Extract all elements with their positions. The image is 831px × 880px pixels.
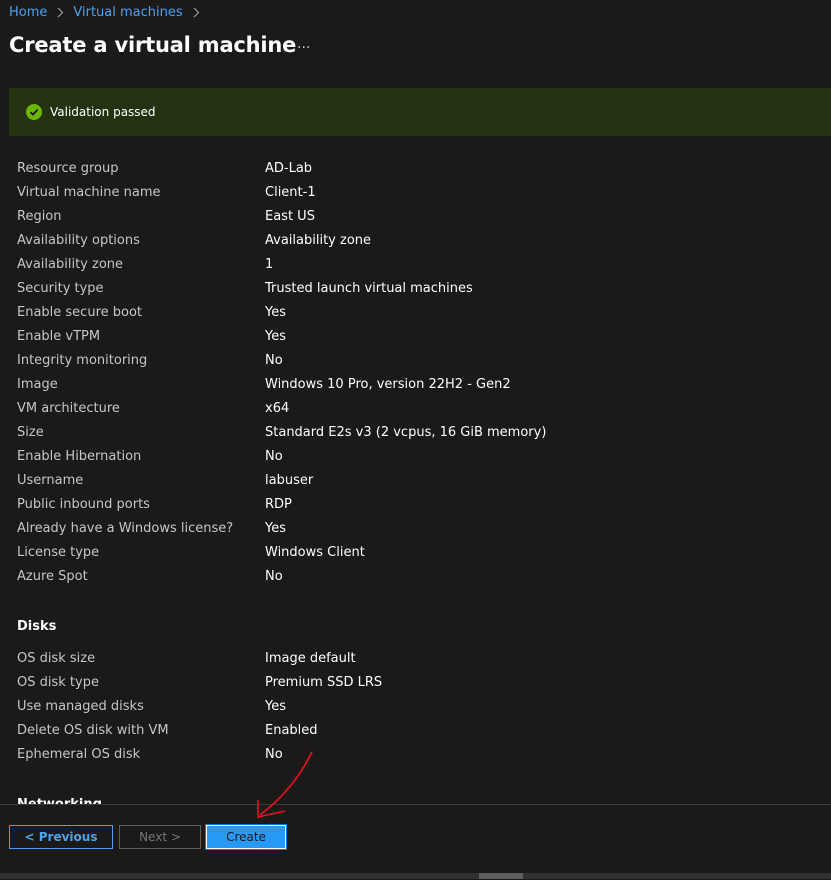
summary-row-label: Availability zone: [17, 256, 124, 272]
summary-row-value: Client-1: [265, 184, 316, 200]
summary-row: Ephemeral OS disk No: [17, 742, 817, 766]
summary-row-value: x64: [265, 400, 290, 416]
summary-row: License type Windows Client: [17, 540, 817, 564]
summary-row-value: Yes: [265, 520, 286, 536]
summary-row-value: Trusted launch virtual machines: [265, 280, 473, 296]
page-title: Create a virtual machine: [9, 33, 297, 57]
breadcrumb-virtual-machines-link[interactable]: Virtual machines: [73, 5, 182, 20]
breadcrumb-home-link[interactable]: Home: [9, 5, 47, 20]
summary-row-value: No: [265, 448, 283, 464]
summary-row-value: labuser: [265, 472, 314, 488]
summary-row: Image Windows 10 Pro, version 22H2 - Gen2: [17, 372, 817, 396]
next-button[interactable]: Next >: [119, 825, 201, 849]
summary-row: Availability zone 1: [17, 252, 817, 276]
checkmark-circle-icon: [26, 104, 42, 120]
summary-row: Integrity monitoring No: [17, 348, 817, 372]
summary-row: Availability options Availability zone: [17, 228, 817, 252]
summary-row-label: Image: [17, 376, 58, 392]
summary-row-label: OS disk size: [17, 650, 96, 666]
summary-row: Region East US: [17, 204, 817, 228]
summary-row-label: Virtual machine name: [17, 184, 161, 200]
summary-row-label: Enable secure boot: [17, 304, 143, 320]
summary-row-label: Ephemeral OS disk: [17, 746, 141, 762]
create-button[interactable]: Create: [205, 824, 287, 850]
more-options-button[interactable]: ···: [297, 40, 310, 56]
summary-row-label: Public inbound ports: [17, 496, 150, 512]
footer-bar: < Previous Next > Create: [0, 804, 831, 880]
summary-row-value: Image default: [265, 650, 356, 666]
summary-row-label: Already have a Windows license?: [17, 520, 234, 536]
summary-row-value: Windows Client: [265, 544, 365, 560]
summary-row-label: OS disk type: [17, 674, 99, 690]
summary-row-value: Yes: [265, 304, 286, 320]
summary-row-label: Region: [17, 208, 62, 224]
summary-row: Size Standard E2s v3 (2 vcpus, 16 GiB mem…: [17, 420, 817, 444]
summary-row: Security type Trusted launch virtual mach…: [17, 276, 817, 300]
previous-button[interactable]: < Previous: [9, 825, 113, 849]
horizontal-scrollbar[interactable]: [0, 873, 831, 879]
summary-row: OS disk size Image default: [17, 646, 817, 670]
summary-row-value: No: [265, 746, 283, 762]
basics-summary: Resource group AD-Lab Virtual machine name…: [17, 156, 817, 588]
summary-row: Azure Spot No: [17, 564, 817, 588]
summary-row-value: RDP: [265, 496, 292, 512]
summary-row-label: Delete OS disk with VM: [17, 722, 169, 738]
summary-row-value: Premium SSD LRS: [265, 674, 383, 690]
summary-row-label: Username: [17, 472, 84, 488]
scrollbar-thumb[interactable]: [479, 873, 523, 879]
summary-row-value: AD-Lab: [265, 160, 313, 176]
summary-row: Use managed disks Yes: [17, 694, 817, 718]
summary-row: VM architecture x64: [17, 396, 817, 420]
summary-row-value: No: [265, 568, 283, 584]
validation-banner: Validation passed: [9, 88, 831, 136]
summary-row: Public inbound ports RDP: [17, 492, 817, 516]
summary-row-label: Integrity monitoring: [17, 352, 148, 368]
summary-row-label: Availability options: [17, 232, 140, 248]
summary-row-label: VM architecture: [17, 400, 120, 416]
summary-row-value: Enabled: [265, 722, 318, 738]
summary-row: Delete OS disk with VM Enabled: [17, 718, 817, 742]
summary-row-value: Windows 10 Pro, version 22H2 - Gen2: [265, 376, 511, 392]
summary-row: Already have a Windows license? Yes: [17, 516, 817, 540]
summary-row: OS disk type Premium SSD LRS: [17, 670, 817, 694]
summary-row-label: Enable vTPM: [17, 328, 101, 344]
summary-row: Enable vTPM Yes: [17, 324, 817, 348]
summary-row-label: Enable Hibernation: [17, 448, 142, 464]
summary-row-label: Size: [17, 424, 44, 440]
summary-row: Enable Hibernation No: [17, 444, 817, 468]
summary-row-label: Azure Spot: [17, 568, 88, 584]
summary-row: Virtual machine name Client-1: [17, 180, 817, 204]
summary-row-value: East US: [265, 208, 315, 224]
summary-row-label: Resource group: [17, 160, 119, 176]
summary-row-value: No: [265, 352, 283, 368]
summary-row: Username labuser: [17, 468, 817, 492]
disks-summary: OS disk size Image default OS disk type Pre…: [17, 646, 817, 766]
summary-row-label: License type: [17, 544, 100, 560]
summary-row-value: Availability zone: [265, 232, 372, 248]
breadcrumb: Home Virtual machines: [9, 5, 200, 20]
summary-row-label: Use managed disks: [17, 698, 144, 714]
summary-row-value: Yes: [265, 698, 286, 714]
chevron-right-icon: [192, 7, 200, 18]
chevron-right-icon: [56, 7, 64, 18]
summary-row-value: 1: [265, 256, 274, 272]
summary-row-value: Yes: [265, 328, 286, 344]
disks-heading: Disks: [17, 619, 57, 634]
summary-row-value: Standard E2s v3 (2 vcpus, 16 GiB memory): [265, 424, 547, 440]
summary-row: Enable secure boot Yes: [17, 300, 817, 324]
summary-row-label: Security type: [17, 280, 104, 296]
validation-message: Validation passed: [50, 105, 156, 119]
summary-row: Resource group AD-Lab: [17, 156, 817, 180]
